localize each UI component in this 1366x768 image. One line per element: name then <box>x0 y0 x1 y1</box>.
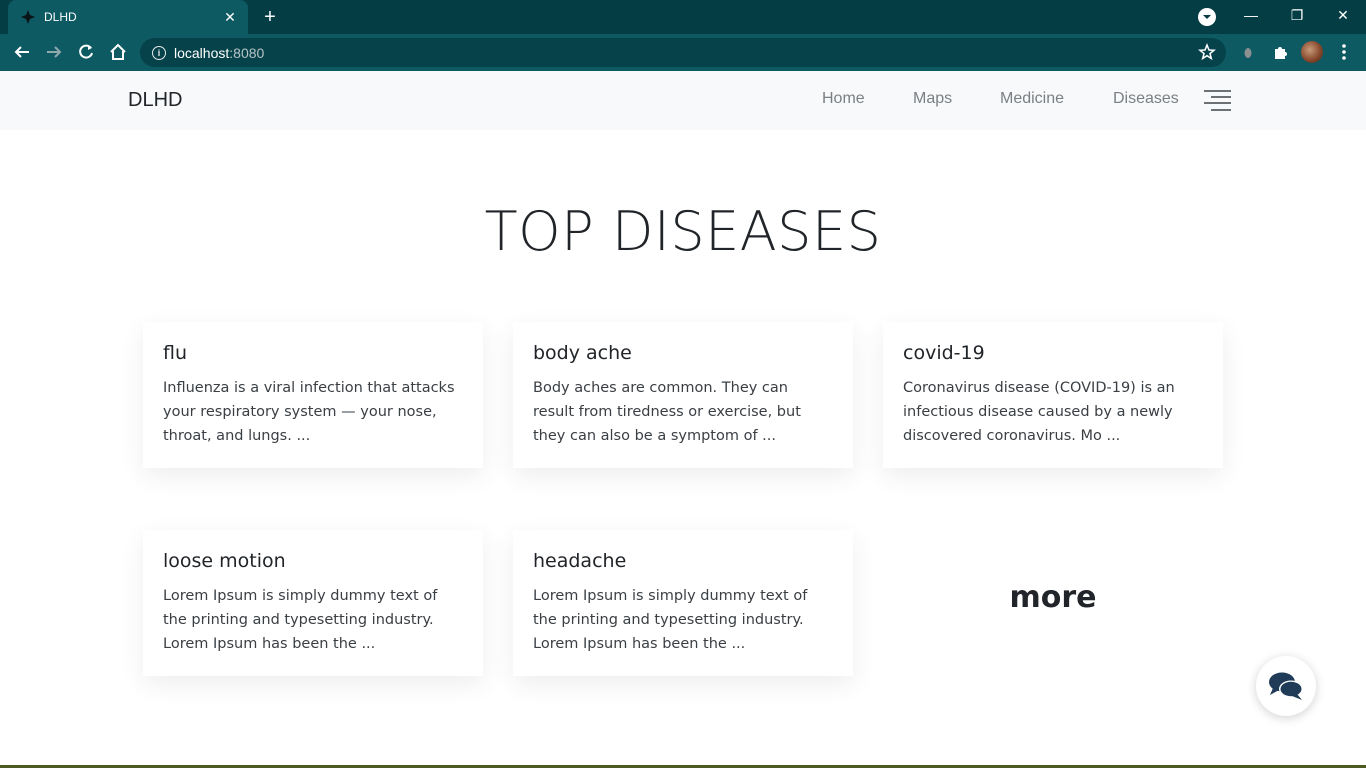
brand-link[interactable]: DLHD <box>128 89 182 112</box>
disease-card-headache[interactable]: headache Lorem Ipsum is simply dummy tex… <box>513 530 853 676</box>
tab-search-icon[interactable] <box>1198 8 1216 26</box>
nav-link-diseases[interactable]: Diseases <box>1113 90 1179 108</box>
browser-toolbar: i localhost:8080 <box>0 34 1366 71</box>
restore-button[interactable]: ❐ <box>1274 0 1320 30</box>
page-title: TOP DISEASES <box>484 200 882 263</box>
tab-close-icon[interactable]: ✕ <box>222 9 238 26</box>
more-diseases-link[interactable]: more <box>883 580 1223 615</box>
extension-status-icon[interactable] <box>1236 40 1260 64</box>
nav-link-home[interactable]: Home <box>822 90 865 108</box>
disease-card-loose-motion[interactable]: loose motion Lorem Ipsum is simply dummy… <box>143 530 483 676</box>
disease-card-flu[interactable]: flu Influenza is a viral infection that … <box>143 322 483 468</box>
card-text: Influenza is a viral infection that atta… <box>163 380 455 444</box>
close-window-button[interactable]: ✕ <box>1320 0 1366 30</box>
card-text: Coronavirus disease (COVID-19) is an inf… <box>903 380 1175 444</box>
info-icon[interactable]: i <box>152 45 166 60</box>
new-tab-button[interactable]: + <box>258 5 282 29</box>
forward-arrow-icon[interactable] <box>42 40 66 64</box>
card-text: Body aches are common. They can result f… <box>533 380 801 444</box>
avatar[interactable] <box>1301 41 1323 63</box>
reload-icon[interactable] <box>74 40 98 64</box>
address-bar[interactable]: i localhost:8080 <box>140 38 1226 67</box>
nav-link-maps[interactable]: Maps <box>913 90 952 108</box>
card-title: headache <box>533 550 627 572</box>
minimize-button[interactable]: — <box>1228 0 1274 30</box>
chat-bubbles-icon <box>1269 672 1303 700</box>
card-text: Lorem Ipsum is simply dummy text of the … <box>533 588 808 652</box>
home-icon[interactable] <box>106 40 130 64</box>
disease-card-covid-19[interactable]: covid-19 Coronavirus disease (COVID-19) … <box>883 322 1223 468</box>
url-port: :8080 <box>229 44 265 61</box>
browser-tab[interactable]: DLHD ✕ <box>8 0 248 34</box>
chat-button[interactable] <box>1256 656 1316 716</box>
card-title: flu <box>163 342 188 364</box>
back-arrow-icon[interactable] <box>10 40 34 64</box>
kebab-menu-icon[interactable] <box>1332 40 1356 64</box>
nav-link-medicine[interactable]: Medicine <box>1000 90 1064 108</box>
favicon-icon <box>20 9 36 25</box>
site-navbar: DLHD Home Maps Medicine Diseases <box>0 71 1366 130</box>
card-text: Lorem Ipsum is simply dummy text of the … <box>163 588 438 652</box>
browser-tab-bar: DLHD ✕ + — ❐ ✕ <box>0 0 1366 34</box>
extension-puzzle-icon[interactable] <box>1268 40 1292 64</box>
disease-card-body-ache[interactable]: body ache Body aches are common. They ca… <box>513 322 853 468</box>
tab-title: DLHD <box>44 10 77 24</box>
card-title: body ache <box>533 342 632 364</box>
url-host: localhost <box>174 44 230 61</box>
star-icon[interactable] <box>1198 42 1216 61</box>
card-title: covid-19 <box>903 342 985 364</box>
card-title: loose motion <box>163 550 286 572</box>
hamburger-menu-icon[interactable] <box>1204 90 1231 112</box>
